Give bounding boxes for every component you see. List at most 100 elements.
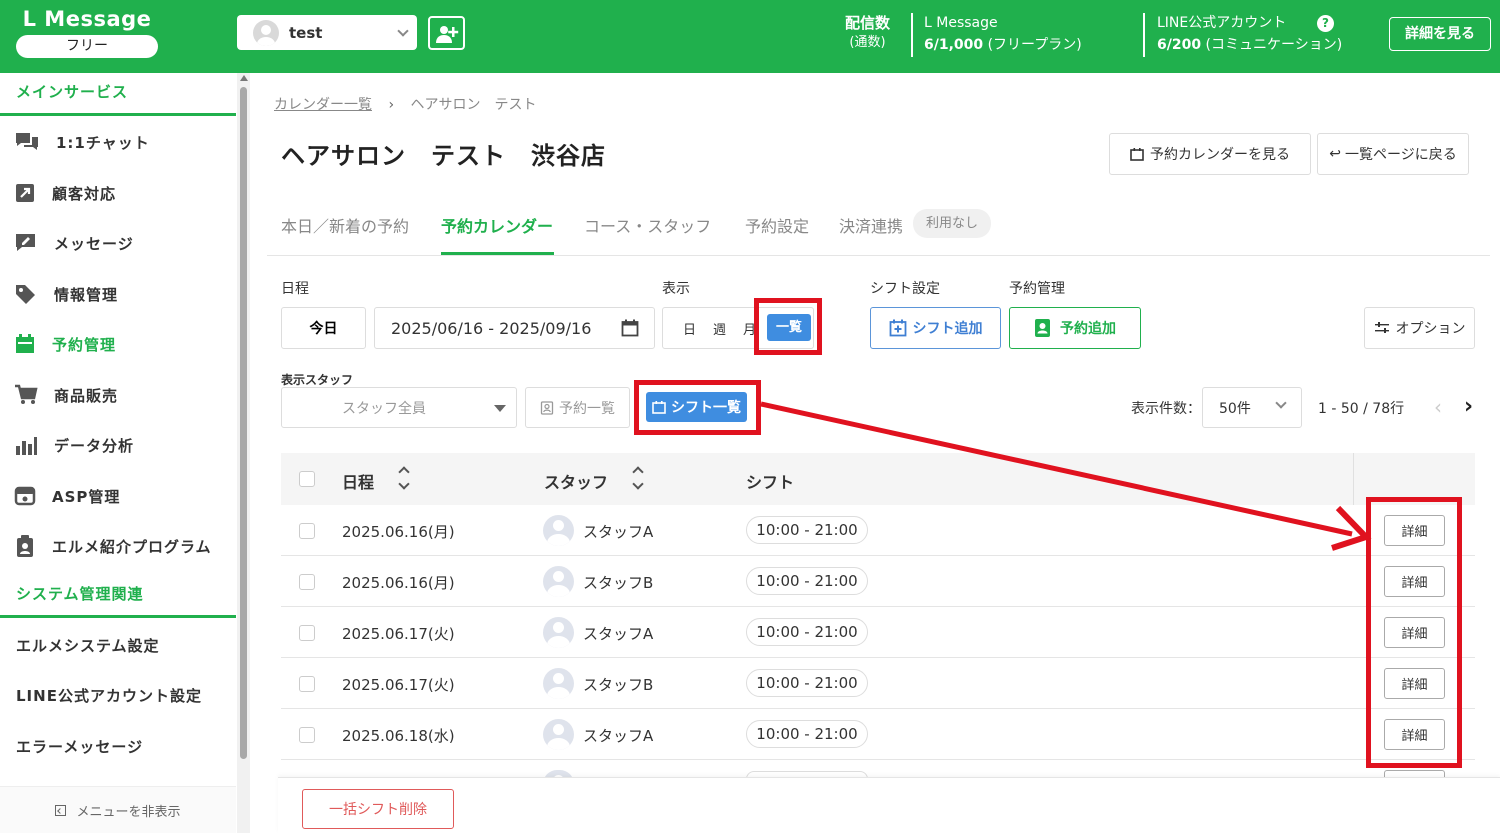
column-divider <box>1353 453 1354 505</box>
tab-reservation-calendar[interactable]: 予約カレンダー <box>441 213 553 237</box>
sidebar-item-label: データ分析 <box>54 436 135 455</box>
row-checkbox[interactable] <box>299 574 315 590</box>
display-staff-label: 表示スタッフ <box>281 373 354 387</box>
caret-down-icon <box>494 405 506 412</box>
sidebar-item-analytics[interactable]: データ分析 <box>0 423 236 467</box>
row-shift: 10:00 - 21:00 <box>746 669 868 697</box>
tabs-divider <box>267 255 1490 256</box>
sidebar-item-asp[interactable]: ASP管理 <box>0 474 236 518</box>
view-week[interactable]: 週 <box>713 319 726 338</box>
today-button[interactable]: 今日 <box>281 307 366 349</box>
options-button[interactable]: オプション <box>1364 307 1475 349</box>
top-bar: L Message フリー test 配信数 (通数) L Message 6/… <box>0 0 1500 73</box>
column-staff: スタッフ <box>544 473 609 492</box>
staff-avatar <box>543 515 574 546</box>
main-content: カレンダー一覧 › ヘアサロン テスト ヘアサロン テスト 渋谷店 予約カレンダ… <box>250 73 1500 833</box>
add-user-icon <box>436 26 459 43</box>
sort-date-icon[interactable] <box>399 466 409 490</box>
staff-select[interactable]: スタッフ全員 <box>281 387 517 428</box>
scrollbar-thumb[interactable] <box>240 87 247 759</box>
calendar-plus-icon <box>889 319 906 337</box>
collapse-icon <box>55 804 67 816</box>
message-edit-icon <box>16 234 35 251</box>
sort-staff-icon[interactable] <box>633 466 643 490</box>
tab-reservation-settings[interactable]: 予約設定 <box>745 213 809 237</box>
per-page-label: 表示件数： <box>1131 401 1201 417</box>
tab-today-new[interactable]: 本日／新着の予約 <box>281 213 409 237</box>
table-row: 2025.06.17(火) スタッフA 10:00 - 21:00 詳細 <box>281 607 1475 658</box>
options-label: オプション <box>1395 321 1466 337</box>
tab-payment[interactable]: 決済連携 <box>839 213 903 237</box>
table-row: 2025.06.17(火) スタッフB 10:00 - 21:00 詳細 <box>281 658 1475 709</box>
row-checkbox[interactable] <box>299 727 315 743</box>
table-row: 2025.06.16(月) スタッフA 10:00 - 21:00 詳細 <box>281 505 1475 556</box>
column-shift: シフト <box>746 473 795 492</box>
sidebar-item-label: エルメ紹介プログラム <box>52 537 212 556</box>
row-staff: スタッフA <box>583 523 654 541</box>
sidebar-item-sales[interactable]: 商品販売 <box>0 373 236 417</box>
reservation-list-button[interactable]: 予約一覧 <box>525 387 630 428</box>
row-checkbox[interactable] <box>299 625 315 641</box>
hide-menu-button[interactable]: メニューを非表示 <box>0 786 236 833</box>
chevron-down-icon <box>397 24 409 37</box>
add-reservation-label: 予約追加 <box>1060 321 1116 337</box>
delivery-sub-label: (通数) <box>849 35 886 50</box>
help-icon[interactable]: ? <box>1317 15 1334 32</box>
external-link-icon <box>16 184 34 202</box>
breadcrumb: カレンダー一覧 › ヘアサロン テスト <box>274 94 537 114</box>
tag-icon <box>16 285 35 304</box>
reservation-list-label: 予約一覧 <box>559 400 615 417</box>
brand-logo[interactable]: L Message フリー <box>16 7 158 58</box>
row-checkbox[interactable] <box>299 676 315 692</box>
sidebar-item-reservation[interactable]: 予約管理 <box>0 322 236 366</box>
delivery-count-label: 配信数 (通数) <box>845 13 890 53</box>
sidebar-item-label: 1:1チャット <box>56 133 150 152</box>
row-staff: スタッフA <box>583 727 654 745</box>
staff-avatar <box>543 566 574 597</box>
sidebar-item-chat[interactable]: 1:1チャット <box>0 120 236 164</box>
annotation-highlight-list-view <box>754 298 822 355</box>
row-date: 2025.06.16(月) <box>342 523 455 541</box>
plan-badge: フリー <box>16 35 158 58</box>
staff-select-value: スタッフ全員 <box>342 400 426 417</box>
display-label: 表示 <box>662 281 690 297</box>
row-checkbox[interactable] <box>299 523 315 539</box>
sidebar-item-message[interactable]: メッセージ <box>0 221 236 265</box>
back-to-list-label: 一覧ページに戻る <box>1345 147 1457 163</box>
sidebar-item-error-messages[interactable]: エラーメッセージ <box>16 736 143 757</box>
header-divider <box>911 13 913 57</box>
return-arrow-icon: ↩ <box>1329 146 1341 162</box>
add-shift-label: シフト追加 <box>912 321 983 337</box>
shift-settings-label: シフト設定 <box>870 281 940 297</box>
line-label: LINE公式アカウント <box>1157 15 1287 31</box>
view-calendar-button[interactable]: 予約カレンダーを見る <box>1109 133 1311 175</box>
row-date: 2025.06.16(月) <box>342 574 455 592</box>
select-all-checkbox[interactable] <box>299 471 315 487</box>
back-to-list-button[interactable]: ↩ 一覧ページに戻る <box>1317 133 1469 175</box>
add-shift-button[interactable]: シフト追加 <box>870 307 1001 349</box>
contact-book-icon <box>1035 319 1050 337</box>
breadcrumb-parent[interactable]: カレンダー一覧 <box>274 97 372 113</box>
row-date: 2025.06.17(火) <box>342 625 455 643</box>
view-day[interactable]: 日 <box>683 319 696 338</box>
add-reservation-button[interactable]: 予約追加 <box>1009 307 1141 349</box>
per-page-select[interactable]: 50件 <box>1202 387 1302 428</box>
add-account-button[interactable] <box>428 16 465 50</box>
prev-page-icon[interactable]: ‹ <box>1434 395 1442 419</box>
sidebar-item-label: 顧客対応 <box>52 184 117 203</box>
payment-status-badge: 利用なし <box>913 209 991 238</box>
sidebar-item-line-settings[interactable]: LINE公式アカウント設定 <box>16 685 202 706</box>
view-details-button[interactable]: 詳細を見る <box>1389 17 1491 51</box>
sidebar-item-customer[interactable]: 顧客対応 <box>0 171 236 215</box>
bulk-delete-shift-button[interactable]: 一括シフト削除 <box>302 789 454 829</box>
sidebar-scrollbar[interactable] <box>237 73 250 833</box>
sidebar-item-referral[interactable]: エルメ紹介プログラム <box>0 524 236 568</box>
date-range-input[interactable]: 2025/06/16 - 2025/09/16 <box>374 307 655 349</box>
sidebar-item-info[interactable]: 情報管理 <box>0 272 236 316</box>
account-select[interactable]: test <box>237 15 417 50</box>
tab-course-staff[interactable]: コース・スタッフ <box>584 213 711 237</box>
next-page-icon[interactable]: › <box>1464 394 1473 419</box>
scroll-up-icon[interactable] <box>240 75 248 81</box>
line-plan: (コミュニケーション) <box>1205 37 1343 53</box>
sidebar-item-system-settings[interactable]: エルメシステム設定 <box>16 635 160 656</box>
